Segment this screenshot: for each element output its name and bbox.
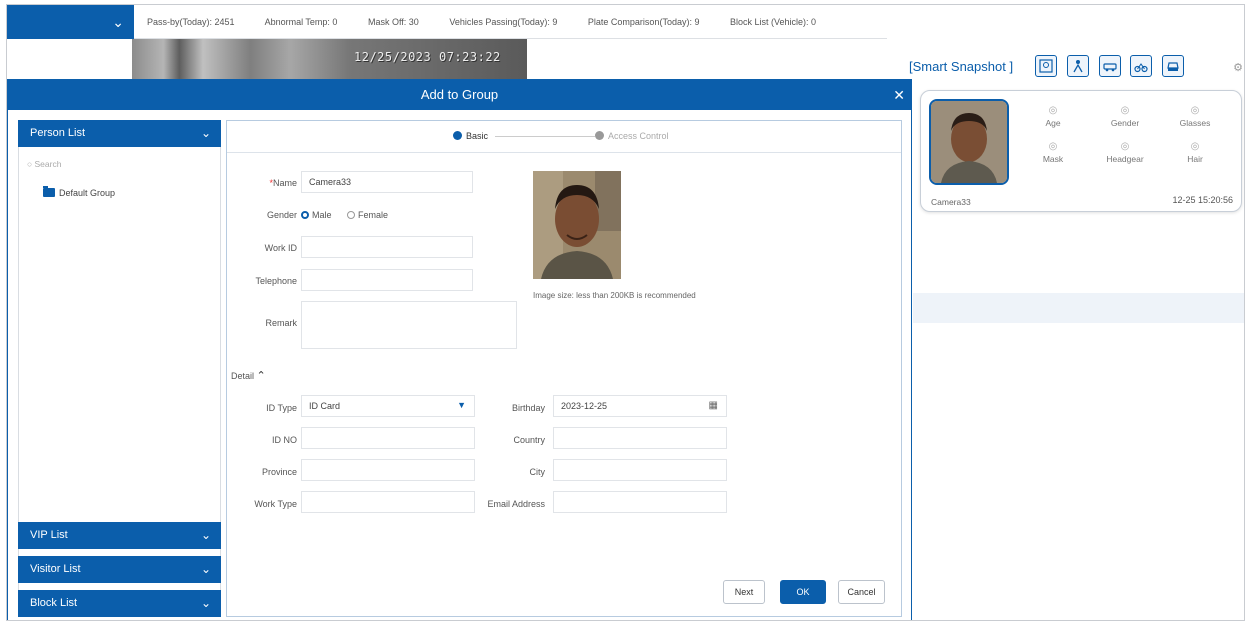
attr-gender: ◎ Gender	[1095, 105, 1155, 128]
snapshot-face-thumbnail	[929, 99, 1009, 185]
gear-icon[interactable]: ⚙	[1233, 61, 1243, 74]
live-video-preview[interactable]: 12/25/2023 07:23:22	[132, 39, 527, 79]
group-search-input[interactable]: ○ Search	[27, 159, 61, 169]
work-type-label: Work Type	[254, 499, 297, 509]
stats-list: Pass-by(Today): 2451 Abnormal Temp: 0 Ma…	[147, 17, 844, 27]
calendar-icon: ▦	[708, 400, 718, 411]
gender-icon: ◎	[1120, 105, 1130, 116]
snapshot-time: 12-25 15:20:56	[1172, 195, 1233, 205]
view-selector-dropdown[interactable]: ⌄	[7, 5, 134, 39]
cancel-button[interactable]: Cancel	[838, 580, 885, 604]
step-indicator: Basic Access Control	[227, 121, 901, 153]
chevron-down-icon: ⌄	[200, 562, 211, 576]
block-list-header[interactable]: Block List ⌄	[18, 590, 221, 617]
non-motor-vehicle-icon[interactable]	[1130, 55, 1153, 77]
birthday-label: Birthday	[511, 403, 545, 413]
id-no-label: ID NO	[271, 435, 297, 445]
attr-hair: ◎ Hair	[1165, 141, 1225, 164]
stat-vehicles-passing: Vehicles Passing(Today): 9	[449, 17, 558, 27]
folder-icon	[43, 186, 55, 197]
dialog-title: Add to Group	[8, 80, 911, 110]
stat-pass-by: Pass-by(Today): 2451	[147, 17, 235, 27]
country-field[interactable]	[553, 427, 727, 449]
next-button[interactable]: Next	[723, 580, 765, 604]
attr-glasses: ◎ Glasses	[1165, 105, 1225, 128]
snapshot-card[interactable]: ◎ Age ◎ Gender ◎ Glasses ◎ Mask ◎ Headgear ◎ H…	[920, 90, 1242, 212]
person-face-photo[interactable]	[533, 171, 621, 279]
stat-block-list-vehicle: Block List (Vehicle): 0	[729, 17, 817, 27]
chevron-down-icon: ⌄	[112, 14, 124, 30]
chevron-down-icon: ⌄	[200, 528, 211, 542]
visitor-list-header[interactable]: Visitor List ⌄	[18, 556, 221, 583]
radio-selected-icon	[301, 211, 309, 219]
id-no-field[interactable]	[301, 427, 475, 449]
close-icon[interactable]: ✕	[893, 80, 905, 110]
gender-female-radio[interactable]: Female	[347, 210, 388, 220]
country-label: Country	[513, 435, 545, 445]
face-filter-icon[interactable]	[1035, 55, 1057, 77]
age-icon: ◎	[1048, 105, 1058, 116]
person-form-panel: Basic Access Control *Name Camera33 Gend…	[226, 120, 902, 617]
step-access-control[interactable]: Access Control	[595, 131, 669, 141]
chevron-down-icon: ⌄	[200, 126, 211, 140]
radio-unselected-icon	[347, 211, 355, 219]
birthday-field[interactable]: 2023-12-25 ▦	[553, 395, 727, 417]
step-access-icon	[595, 131, 604, 140]
step-basic-icon	[453, 131, 462, 140]
smart-snapshot-header: [Smart Snapshot ] ⚙	[907, 55, 1244, 81]
glasses-icon: ◎	[1190, 105, 1200, 116]
telephone-label: Telephone	[255, 276, 297, 286]
app-window: ⌄ Pass-by(Today): 2451 Abnormal Temp: 0 …	[6, 4, 1245, 621]
human-body-icon[interactable]	[1066, 55, 1089, 77]
work-id-label: Work ID	[264, 243, 297, 253]
tree-item-default-group[interactable]: Default Group	[43, 186, 115, 198]
email-label: Email Address	[487, 499, 545, 509]
motor-vehicle-icon[interactable]	[1098, 55, 1121, 77]
province-field[interactable]	[301, 459, 475, 481]
attr-age: ◎ Age	[1023, 105, 1083, 128]
image-size-hint: Image size: less than 200KB is recommend…	[533, 291, 696, 300]
mask-icon: ◎	[1048, 141, 1058, 152]
add-to-group-dialog: Add to Group ✕ Person List ⌄ ○ Search De…	[7, 79, 912, 620]
work-type-field[interactable]	[301, 491, 475, 513]
chevron-down-icon: ⌄	[200, 596, 211, 610]
attr-mask: ◎ Mask	[1023, 141, 1083, 164]
stat-abnormal-temp: Abnormal Temp: 0	[264, 17, 338, 27]
step-basic[interactable]: Basic	[453, 131, 488, 141]
vip-list-header[interactable]: VIP List ⌄	[18, 522, 221, 549]
work-id-field[interactable]	[301, 236, 473, 258]
attr-headgear: ◎ Headgear	[1095, 141, 1155, 164]
id-type-label: ID Type	[266, 403, 297, 413]
telephone-field[interactable]	[301, 269, 473, 291]
smart-snapshot-title: [Smart Snapshot ]	[909, 59, 1014, 74]
ok-button[interactable]: OK	[780, 580, 826, 604]
gender-label: Gender	[266, 210, 297, 220]
group-panel: Person List ⌄ ○ Search Default Group VIP…	[18, 120, 221, 617]
video-timestamp: 12/25/2023 07:23:22	[354, 50, 501, 64]
stat-plate-comparison: Plate Comparison(Today): 9	[587, 17, 700, 27]
email-field[interactable]	[553, 491, 727, 513]
chevron-up-icon: ⌃	[256, 370, 266, 382]
caret-down-icon: ▼	[457, 400, 466, 410]
detail-toggle[interactable]: Detail ⌃	[231, 369, 266, 382]
snapshot-list-row	[913, 293, 1244, 323]
snapshot-camera-name: Camera33	[931, 197, 971, 207]
headgear-icon: ◎	[1120, 141, 1130, 152]
province-label: Province	[261, 467, 297, 477]
person-list-header[interactable]: Person List ⌄	[18, 120, 221, 147]
step-connector	[495, 136, 595, 137]
gender-male-radio[interactable]: Male	[301, 210, 332, 220]
id-type-select[interactable]: ID Card ▼	[301, 395, 475, 417]
search-icon: ○	[27, 159, 33, 169]
stats-bar: ⌄ Pass-by(Today): 2451 Abnormal Temp: 0 …	[7, 5, 887, 39]
city-label: City	[529, 467, 546, 477]
name-label: *Name	[269, 178, 297, 188]
remark-label: Remark	[265, 318, 297, 328]
remark-textarea[interactable]	[301, 301, 517, 349]
vehicle-plate-icon[interactable]	[1162, 55, 1185, 77]
name-field[interactable]: Camera33	[301, 171, 473, 193]
stat-mask-off: Mask Off: 30	[367, 17, 419, 27]
hair-icon: ◎	[1190, 141, 1200, 152]
city-field[interactable]	[553, 459, 727, 481]
